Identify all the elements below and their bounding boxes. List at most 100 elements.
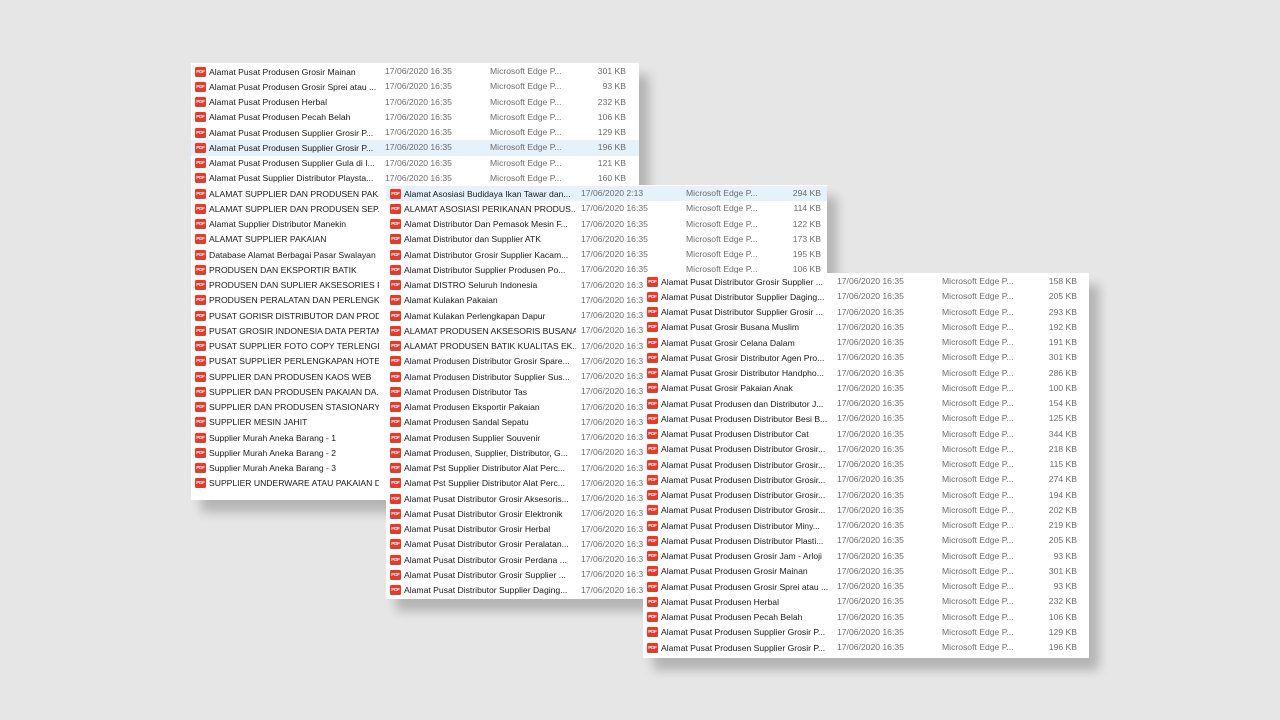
file-row[interactable]: PDF Alamat Pusat Produsen Grosir Sprei at… xyxy=(643,579,1089,594)
file-row[interactable]: PDF Alamat Pusat Grosir Busana Muslim 17/0… xyxy=(643,320,1089,335)
pdf-file-icon: PDF xyxy=(390,386,401,397)
file-row[interactable]: PDF ALAMAT ASOSIASI PERIKANAN PRODUS... 17… xyxy=(386,201,827,216)
pdf-file-icon: PDF xyxy=(390,539,401,550)
file-name: Alamat Pusat Produsen Grosir Mainan xyxy=(661,566,808,577)
pdf-file-icon: PDF xyxy=(647,368,658,379)
file-size: 100 KB xyxy=(1048,382,1077,393)
file-size: 218 KB xyxy=(1048,443,1077,454)
file-list-panel-front: PDF Alamat Pusat Distributor Grosir Suppl… xyxy=(643,273,1089,658)
file-name: PUSAT GROSIR INDONESIA DATA PERTAMA xyxy=(209,325,379,336)
file-row[interactable]: PDF Alamat Pusat Produsen Grosir Mainan 17… xyxy=(643,564,1089,579)
file-date-modified: 17/06/2020 16:35 xyxy=(837,459,904,469)
pdf-file-icon: PDF xyxy=(195,325,206,336)
file-row[interactable]: PDF Alamat Pusat Produsen Distributor Bes… xyxy=(643,411,1089,426)
file-row[interactable]: PDF Alamat Pusat Produsen Distributor Gro… xyxy=(643,488,1089,503)
file-name: Alamat Pusat Produsen Pecah Belah xyxy=(661,612,803,623)
pdf-file-icon: PDF xyxy=(195,447,206,458)
file-size: 205 KB xyxy=(1048,535,1077,546)
file-name: PRODUSEN PERALATAN DAN PERLENGK... xyxy=(209,295,379,306)
pdf-file-icon: PDF xyxy=(390,493,401,504)
pdf-file-icon: PDF xyxy=(195,66,206,77)
file-name: Alamat Pusat Distributor Grosir Herbal xyxy=(404,524,551,535)
file-row[interactable]: PDF Alamat Pusat Produsen Supplier Grosir… xyxy=(191,140,639,156)
file-type: Microsoft Edge P... xyxy=(490,96,562,107)
file-row[interactable]: PDF Alamat Pusat Produsen Herbal 17/06/202… xyxy=(643,594,1089,609)
file-row[interactable]: PDF Alamat Pusat Produsen Herbal 17/06/202… xyxy=(191,95,639,110)
file-row[interactable]: PDF Alamat Pusat Produsen Pecah Belah 17/0… xyxy=(191,110,639,125)
file-row[interactable]: PDF Alamat Pusat Grosir Distributor Agen … xyxy=(643,350,1089,365)
file-name: Alamat Pusat Grosir Celana Dalam xyxy=(661,337,795,348)
file-name: Alamat Pusat Produsen Pecah Belah xyxy=(209,112,351,123)
file-row[interactable]: PDF Alamat Pusat Distributor Supplier Gro… xyxy=(643,305,1089,320)
file-size: 344 KB xyxy=(1048,428,1077,439)
pdf-file-icon: PDF xyxy=(390,341,401,352)
pdf-file-icon: PDF xyxy=(647,581,658,592)
file-type: Microsoft Edge P... xyxy=(942,367,1014,378)
file-type: Microsoft Edge P... xyxy=(942,626,1014,637)
file-date-modified: 17/06/2020 16:35 xyxy=(581,401,648,412)
file-row[interactable]: PDF Alamat Pusat Produsen Distributor Gro… xyxy=(643,472,1089,487)
pdf-file-icon: PDF xyxy=(195,417,206,428)
file-name: Alamat Kulakan Perlengkapan Dapur xyxy=(404,310,546,321)
file-date-modified: 17/06/2020 16:35 xyxy=(837,504,904,515)
file-name: Alamat Pusat Grosir Distributor Handpho.… xyxy=(661,368,824,379)
file-row[interactable]: PDF Alamat Pusat Produsen Distributor Gro… xyxy=(643,503,1089,518)
file-row[interactable]: PDF Alamat Pusat Produsen Distributor Gro… xyxy=(643,457,1089,472)
file-date-modified: 17/06/2020 16:35 xyxy=(837,413,904,424)
file-size: 301 KB xyxy=(1048,565,1077,576)
file-row[interactable]: PDF Alamat Pusat Produsen Distributor Pla… xyxy=(643,533,1089,548)
file-row[interactable]: PDF Alamat Pusat Produsen Supplier Grosir… xyxy=(643,640,1089,655)
file-name: SUPPLIER DAN PRODUSEN PAKAIAN DA... xyxy=(209,386,379,397)
file-row[interactable]: PDF Alamat Pusat Produsen dan Distributor… xyxy=(643,396,1089,411)
file-size: 202 KB xyxy=(1048,504,1077,515)
file-row[interactable]: PDF Alamat Distributor Grosir Supplier Ka… xyxy=(386,247,827,262)
pdf-file-icon: PDF xyxy=(390,478,401,489)
file-row[interactable]: PDF Alamat Pusat Produsen Supplier Gula d… xyxy=(191,156,639,171)
file-row[interactable]: PDF Alamat Pusat Produsen Pecah Belah 17/0… xyxy=(643,610,1089,625)
file-date-modified: 17/06/2020 16:35 xyxy=(837,474,904,485)
file-row[interactable]: PDF Alamat Pusat Grosir Celana Dalam 17/06… xyxy=(643,335,1089,350)
file-type: Microsoft Edge P... xyxy=(686,233,758,244)
file-date-modified: 17/06/2020 16:35 xyxy=(837,489,904,500)
pdf-file-icon: PDF xyxy=(647,337,658,348)
file-row[interactable]: PDF Alamat Distributor Dan Pemasok Mesin … xyxy=(386,217,827,232)
file-row[interactable]: PDF Alamat Distributor dan Supplier ATK 17… xyxy=(386,232,827,247)
file-row[interactable]: PDF Alamat Pusat Produsen Grosir Mainan 17… xyxy=(191,64,639,79)
file-row[interactable]: PDF Alamat Pusat Grosir Pakaian Anak 17/06… xyxy=(643,381,1089,396)
file-date-modified: 17/06/2020 16:35 xyxy=(581,569,648,580)
file-row[interactable]: PDF Alamat Pusat Produsen Distributor Min… xyxy=(643,518,1089,533)
file-date-modified: 17/06/2020 16:35 xyxy=(837,428,904,439)
pdf-file-icon: PDF xyxy=(195,478,206,489)
file-name: Alamat Pusat Distributor Supplier Grosir… xyxy=(661,307,823,318)
file-row[interactable]: PDF Alamat Pusat Produsen Supplier Grosir… xyxy=(191,125,639,140)
file-date-modified: 17/06/2020 16:35 xyxy=(837,550,904,561)
file-date-modified: 17/06/2020 16:35 xyxy=(837,535,904,546)
pdf-file-icon: PDF xyxy=(195,295,206,306)
file-name: Alamat Produsen Supplier Souvenir xyxy=(404,432,541,443)
file-row[interactable]: PDF Alamat Pusat Produsen Grosir Jam - Ar… xyxy=(643,549,1089,564)
file-row[interactable]: PDF Alamat Pusat Grosir Distributor Handp… xyxy=(643,366,1089,381)
file-name: Alamat Distributor Dan Pemasok Mesin F..… xyxy=(404,219,568,230)
pdf-file-icon: PDF xyxy=(647,596,658,607)
file-date-modified: 17/06/2020 16:35 xyxy=(581,477,648,488)
file-date-modified: 17/06/2020 16:35 xyxy=(837,382,904,393)
file-row[interactable]: PDF Alamat Pusat Produsen Supplier Grosir… xyxy=(643,625,1089,640)
file-name: PUSAT GORISR DISTRIBUTOR DAN PROD... xyxy=(209,310,379,321)
file-row[interactable]: PDF Alamat Pusat Distributor Supplier Dag… xyxy=(643,289,1089,304)
file-date-modified: 17/06/2020 16:35 xyxy=(837,367,904,378)
file-date-modified: 17/06/2020 16:35 xyxy=(581,584,648,595)
file-row[interactable]: PDF Alamat Asosiasi Budidaya Ikan Tawar d… xyxy=(386,186,827,202)
file-row[interactable]: PDF Alamat Pusat Produsen Distributor Gro… xyxy=(643,442,1089,457)
file-row[interactable]: PDF Alamat Pusat Distributor Grosir Suppl… xyxy=(643,274,1089,289)
file-row[interactable]: PDF Alamat Pusat Produsen Distributor Cat… xyxy=(643,427,1089,442)
file-date-modified: 17/06/2020 16:35 xyxy=(837,642,904,652)
file-row[interactable]: PDF Alamat Pusat Supplier Distributor Pla… xyxy=(191,171,639,186)
file-row[interactable]: PDF Alamat Pusat Produsen Grosir Sprei at… xyxy=(191,79,639,94)
pdf-file-icon: PDF xyxy=(390,524,401,535)
file-date-modified: 17/06/2020 16:35 xyxy=(581,447,648,458)
file-name: Alamat Pusat Produsen dan Distributor J.… xyxy=(661,398,824,409)
file-name: Alamat Pusat Distributor Grosir Supplier… xyxy=(661,276,823,287)
file-type: Microsoft Edge P... xyxy=(686,218,758,229)
file-size: 294 KB xyxy=(792,188,821,198)
file-type: Microsoft Edge P... xyxy=(942,291,1014,302)
